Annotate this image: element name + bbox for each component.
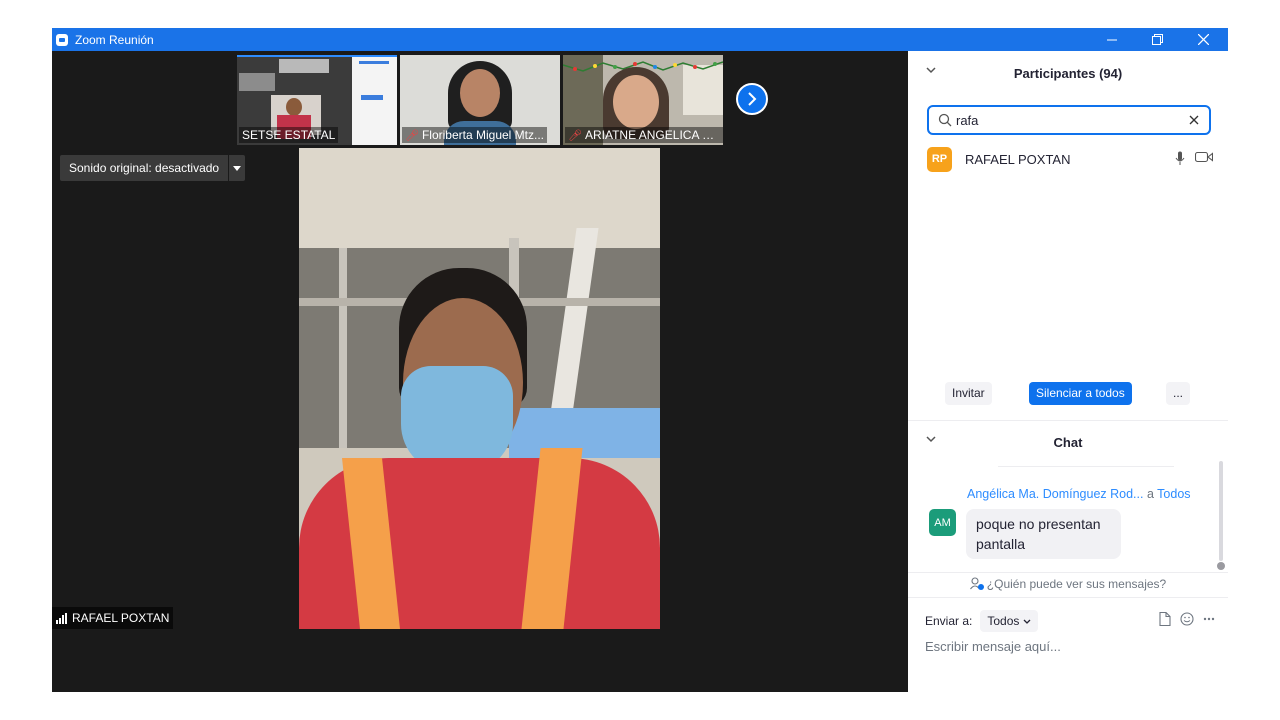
chevron-down-icon: [1023, 619, 1031, 624]
chat-sender-name[interactable]: Angélica Ma. Domínguez Rod...: [967, 487, 1143, 501]
zoom-logo-icon: [56, 33, 68, 46]
mute-all-button[interactable]: Silenciar a todos: [1029, 382, 1132, 405]
section-divider: [908, 420, 1228, 421]
chevron-down-icon[interactable]: [926, 435, 936, 443]
clear-search-icon[interactable]: [1189, 115, 1199, 125]
who-can-see-text: ¿Quién puede ver sus mensajes?: [986, 577, 1167, 591]
scrollbar-thumb[interactable]: [1217, 562, 1225, 570]
window-title: Zoom Reunión: [75, 32, 154, 47]
who-can-see-messages[interactable]: ¿Quién puede ver sus mensajes?: [908, 572, 1228, 596]
original-sound-dropdown[interactable]: [229, 155, 246, 181]
participant-thumbnail[interactable]: SETSE ESTATAL: [237, 55, 397, 145]
send-to-select[interactable]: Todos: [980, 610, 1039, 632]
title-bar: Zoom Reunión: [52, 28, 1228, 51]
participants-header: Participantes (94): [908, 58, 1228, 88]
chat-recipient: Todos: [1157, 487, 1191, 501]
participant-actions: Invitar Silenciar a todos ...: [908, 382, 1228, 406]
participant-thumbnail[interactable]: 🎤︎ Floriberta Miguel Mtz...: [400, 55, 560, 145]
mic-muted-icon: 🎤︎: [568, 130, 582, 142]
thumbnail-name: SETSE ESTATAL: [239, 127, 339, 143]
emoji-icon[interactable]: [1180, 612, 1194, 626]
caret-down-icon: [233, 165, 242, 171]
send-to-value: Todos: [987, 614, 1020, 628]
chat-sender-line: Angélica Ma. Domínguez Rod... a Todos: [967, 487, 1191, 501]
chevron-right-icon: [748, 92, 757, 106]
participant-thumbnail[interactable]: 🎤︎ ARIATNE ANGELICA R...: [563, 55, 723, 145]
more-icon[interactable]: [1203, 617, 1215, 621]
close-icon: [1197, 34, 1209, 45]
next-page-button[interactable]: [736, 83, 768, 115]
video-area: SETSE ESTATAL 🎤︎ Floriberta Miguel Mtz...: [52, 51, 908, 692]
original-sound-label[interactable]: Sonido original: desactivado: [60, 155, 229, 181]
search-icon: [938, 113, 952, 127]
zoom-window: Zoom Reunión SETSE ESTATAL 🎤︎ Floriberta…: [52, 28, 1228, 692]
input-divider: [908, 597, 1228, 598]
participant-avatar: RP: [927, 146, 952, 172]
chat-recipient-prefix: a: [1146, 487, 1154, 501]
close-button[interactable]: [1180, 28, 1226, 51]
chat-message-input[interactable]: Escribir mensaje aquí...: [925, 639, 1061, 654]
send-to-label: Enviar a:: [925, 614, 973, 628]
send-to-row: Enviar a: Todos: [925, 609, 1215, 633]
more-options-button[interactable]: ...: [1166, 382, 1190, 405]
active-speaker-name: RAFAEL POXTAN: [72, 611, 170, 625]
person-eye-icon: [969, 577, 984, 590]
active-speaker-video: [299, 148, 660, 629]
participant-search-input[interactable]: [956, 112, 1176, 128]
participant-row[interactable]: RP RAFAEL POXTAN: [927, 146, 1217, 172]
file-icon[interactable]: [1159, 612, 1171, 626]
video-camera-icon[interactable]: [1195, 151, 1213, 163]
participant-name: RAFAEL POXTAN: [965, 151, 1071, 167]
chat-scrollbar[interactable]: [1219, 461, 1223, 561]
chat-sender-avatar: AM: [929, 509, 956, 536]
microphone-icon[interactable]: [1175, 151, 1185, 166]
active-speaker-name-tag: RAFAEL POXTAN: [52, 607, 174, 629]
chat-message-bubble: poque no presentan pantalla: [966, 509, 1121, 559]
mic-muted-icon: 🎤︎: [405, 130, 419, 142]
chevron-down-icon[interactable]: [926, 66, 936, 74]
restore-icon: [1151, 34, 1163, 45]
side-panel: Participantes (94) RP RAFAEL POXTAN Invi…: [908, 51, 1228, 692]
minimize-icon: [1107, 39, 1117, 40]
thumbnail-label: 🎤︎ Floriberta Miguel Mtz...: [402, 127, 548, 143]
restore-button[interactable]: [1134, 28, 1180, 51]
chat-top-divider: [998, 466, 1174, 467]
chat-title: Chat: [1053, 434, 1083, 450]
thumbnail-name: Floriberta Miguel Mtz...: [421, 128, 545, 142]
chat-header: Chat: [908, 427, 1228, 457]
original-sound-toggle[interactable]: Sonido original: desactivado: [60, 155, 246, 181]
participants-title: Participantes (94): [1013, 65, 1123, 81]
thumbnail-label: 🎤︎ ARIATNE ANGELICA R...: [565, 127, 723, 143]
connection-signal-icon: [56, 612, 67, 624]
invite-button[interactable]: Invitar: [945, 382, 992, 405]
minimize-button[interactable]: [1089, 28, 1135, 51]
thumbnail-name: ARIATNE ANGELICA R...: [584, 128, 721, 142]
participant-search[interactable]: [927, 105, 1211, 135]
